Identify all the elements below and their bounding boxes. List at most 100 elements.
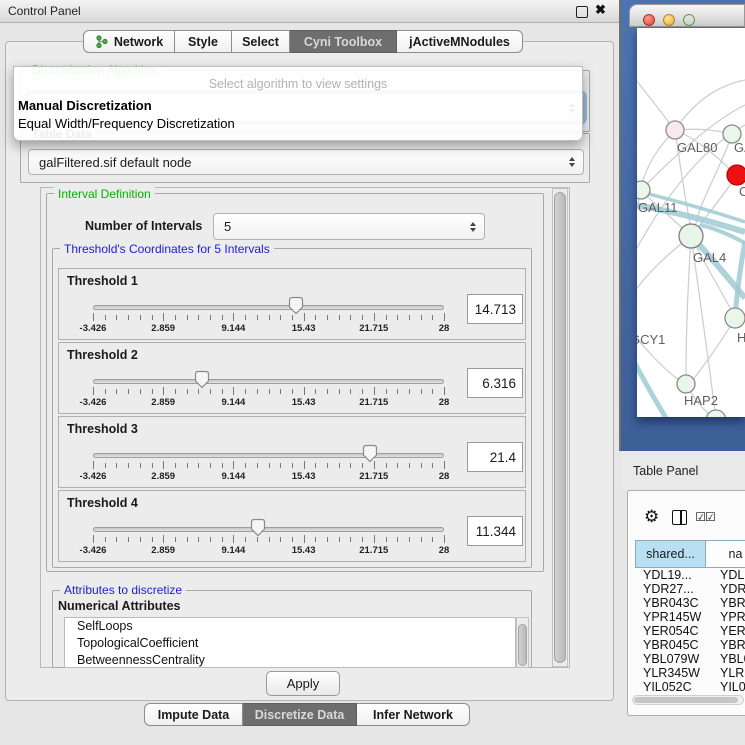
split-column-icon[interactable] [672, 510, 687, 525]
slider-tick [409, 537, 410, 542]
threshold-value-field[interactable]: 21.4 [467, 442, 523, 472]
network-edge [637, 317, 679, 380]
table-row[interactable]: YER054CYER0 [635, 624, 745, 638]
table-hscrollbar-thumb[interactable] [634, 697, 738, 703]
threshold-slider-track[interactable] [93, 379, 444, 384]
numerical-attributes-list[interactable]: SelfLoopsTopologicalCoefficientBetweenne… [64, 617, 516, 668]
settings-scrollbar[interactable] [552, 188, 568, 667]
menu-item-equal-width-frequency[interactable]: Equal Width/Frequency Discretization [18, 116, 235, 131]
threshold-slider-thumb[interactable] [194, 370, 210, 389]
minimize-traffic-light[interactable] [663, 14, 675, 26]
table-row[interactable]: YLR345WYLR3 [635, 666, 745, 680]
slider-tick-label: 9.144 [222, 545, 246, 556]
slider-tick [93, 313, 94, 321]
slider-tick [198, 537, 199, 542]
slider-tick [233, 313, 234, 321]
checkbox-icon[interactable]: ☑☑ [695, 510, 715, 524]
slider-tick [245, 389, 246, 394]
slider-tick [374, 313, 375, 321]
threshold-slider-thumb[interactable] [250, 518, 266, 537]
screenshot-stage: Control Panel ✖ NetworkStyleSelectCyni T… [0, 0, 745, 745]
table-row[interactable]: YIL052CYIL0 [635, 680, 745, 694]
network-node[interactable] [727, 165, 745, 185]
tab-style[interactable]: Style [175, 30, 232, 53]
table-row[interactable]: YDR27...YDR2 [635, 582, 745, 596]
slider-tick-label: 9.144 [222, 323, 246, 334]
network-node[interactable] [637, 181, 650, 199]
threshold-slider-track[interactable] [93, 527, 444, 532]
number-of-intervals-combobox[interactable]: 5 [213, 213, 485, 240]
gear-icon[interactable]: ⚙ [644, 507, 659, 527]
threshold-row: Threshold 3-3.4262.8599.14415.4321.71528… [58, 416, 526, 488]
threshold-slider-track[interactable] [93, 305, 444, 310]
apply-button[interactable]: Apply [266, 671, 340, 696]
slider-tick [257, 389, 258, 394]
slider-tick [105, 537, 106, 542]
slider-tick [304, 461, 305, 469]
table-horizontal-scrollbar[interactable] [632, 695, 744, 705]
tab-jactivemnodules[interactable]: jActiveMNodules [397, 30, 523, 53]
slider-tick-label: -3.426 [80, 545, 107, 556]
zoom-traffic-light[interactable] [683, 14, 695, 26]
tab-infer-network[interactable]: Infer Network [357, 703, 470, 726]
slider-tick [280, 389, 281, 394]
dropdown-prompt: Select algorithm to view settings [14, 77, 582, 91]
number-of-intervals-label: Number of Intervals [85, 219, 202, 233]
threshold-value-field[interactable]: 14.713 [467, 294, 523, 324]
table-cell: YLR3 [714, 666, 745, 680]
slider-tick [304, 535, 305, 543]
close-icon[interactable]: ✖ [595, 2, 606, 18]
network-node[interactable] [725, 308, 745, 328]
network-window-titlebar[interactable] [629, 4, 745, 27]
network-node[interactable] [666, 121, 684, 139]
column-header[interactable]: na [706, 540, 745, 568]
table-cell: YDR27... [635, 582, 714, 596]
slider-tick [444, 535, 445, 543]
threshold-slider-track[interactable] [93, 453, 444, 458]
table-row[interactable]: YDL19...YDL1 [635, 568, 745, 582]
top-tab-bar: NetworkStyleSelectCyni Toolbox jActiveMNo… [83, 30, 523, 53]
slider-tick [105, 389, 106, 394]
tab-network[interactable]: Network [83, 30, 175, 53]
tab-cyni-toolbox[interactable]: Cyni Toolbox [290, 30, 397, 53]
slider-tick [269, 463, 270, 468]
tab-select[interactable]: Select [232, 30, 290, 53]
attributes-list-scrollbar-thumb[interactable] [518, 624, 527, 666]
tab-discretize-data[interactable]: Discretize Data [243, 703, 357, 726]
threshold-slider-thumb[interactable] [362, 444, 378, 463]
threshold-row: Threshold 2-3.4262.8599.14415.4321.71528… [58, 342, 526, 414]
network-canvas[interactable]: GAL80GACGAL11GAL4GCY1HHAP2 [637, 28, 745, 417]
attribute-list-item[interactable]: TopologicalCoefficient [65, 635, 515, 652]
control-panel-titlebar: Control Panel [0, 0, 620, 23]
network-node[interactable] [677, 375, 695, 393]
float-panel-icon[interactable] [576, 6, 588, 18]
network-node[interactable] [679, 224, 703, 248]
slider-tick [245, 463, 246, 468]
close-traffic-light[interactable] [643, 14, 655, 26]
settings-scrollbar-thumb[interactable] [554, 192, 566, 663]
table-row[interactable]: YPR145WYPR1 [635, 610, 745, 624]
table-row[interactable]: YBL079WYBL0 [635, 652, 745, 666]
slider-tick-label: 2.859 [151, 471, 175, 482]
tab-label: jActiveMNodules [409, 35, 510, 49]
slider-tick [397, 463, 398, 468]
threshold-value-field[interactable]: 6.316 [467, 368, 523, 398]
table-row[interactable]: YBR045CYBR0 [635, 638, 745, 652]
table-row[interactable]: YBR043CYBR0 [635, 596, 745, 610]
slider-tick [222, 537, 223, 542]
tab-impute-data[interactable]: Impute Data [144, 703, 243, 726]
threshold-slider-thumb[interactable] [288, 296, 304, 315]
slider-tick [187, 315, 188, 320]
attribute-list-item[interactable]: SelfLoops [65, 618, 515, 635]
threshold-value-field[interactable]: 11.344 [467, 516, 523, 546]
column-header[interactable]: shared... [635, 540, 706, 568]
network-node[interactable] [706, 410, 726, 417]
slider-tick [128, 315, 129, 320]
slider-tick-label: 28 [439, 323, 450, 334]
table-data-combobox[interactable]: galFiltered.sif default node [28, 149, 584, 175]
slider-tick [233, 387, 234, 395]
attributes-list-scrollbar[interactable] [516, 617, 529, 668]
menu-item-manual-discretization[interactable]: Manual Discretization [18, 98, 152, 113]
slider-tick [140, 463, 141, 468]
attribute-list-item[interactable]: BetweennessCentrality [65, 652, 515, 668]
